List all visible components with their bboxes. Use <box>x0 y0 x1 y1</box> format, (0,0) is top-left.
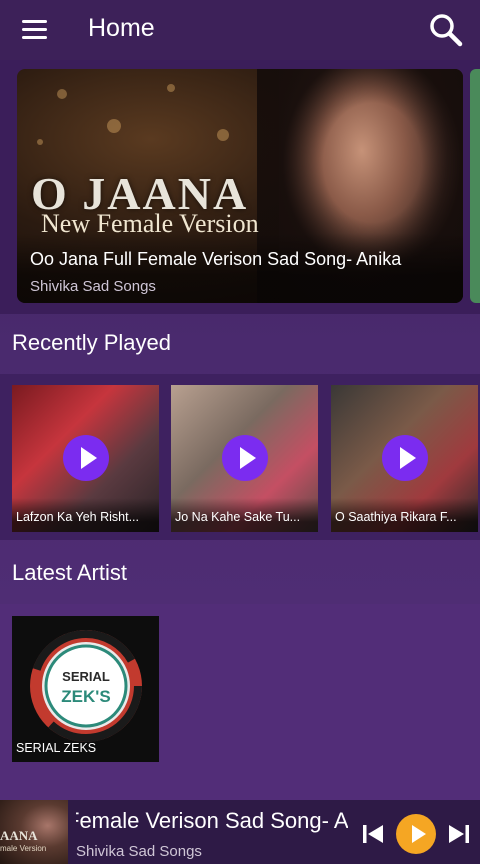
now-playing-title: Female Verison Sad Song- Anika <box>76 808 348 834</box>
section-title-latest-artist: Latest Artist <box>12 560 127 585</box>
now-playing-title-text: Female Verison Sad Song- Anika <box>76 808 348 833</box>
recently-played-card[interactable]: Lafzon Ka Yeh Risht... <box>12 385 159 532</box>
bokeh-light <box>57 89 67 99</box>
artwork-text: AANA <box>0 828 38 843</box>
svg-text:SERIAL: SERIAL <box>62 669 110 684</box>
play-icon[interactable] <box>63 435 109 481</box>
featured-banner[interactable]: O JAANA New Female Version Oo Jana Full … <box>17 69 463 303</box>
card-title: Lafzon Ka Yeh Risht... <box>16 510 140 524</box>
hamburger-menu-icon[interactable] <box>22 20 47 40</box>
skip-previous-icon[interactable] <box>360 821 386 847</box>
search-icon[interactable] <box>428 12 464 48</box>
bokeh-light <box>107 119 121 133</box>
section-title-recently-played: Recently Played <box>12 330 171 355</box>
top-app-bar: Home <box>0 0 480 60</box>
page-title: Home <box>88 14 155 42</box>
bokeh-light <box>217 129 229 141</box>
featured-song-title: Oo Jana Full Female Verison Sad Song- An… <box>30 249 402 269</box>
skip-next-icon[interactable] <box>446 821 472 847</box>
card-title: O Saathiya Rikara F... <box>335 510 457 524</box>
artist-name: SERIAL ZEKS <box>16 741 97 755</box>
recently-played-card[interactable]: Jo Na Kahe Sake Tu... <box>171 385 318 532</box>
featured-song-artist: Shivika Sad Songs <box>30 278 156 295</box>
artist-card[interactable]: SERIAL ZEK'S SERIAL ZEKS <box>12 616 159 762</box>
svg-text:ZEK'S: ZEK'S <box>61 687 110 706</box>
play-icon[interactable] <box>222 435 268 481</box>
artwork-subtext: male Version <box>0 844 47 853</box>
next-banner-peek[interactable] <box>470 69 480 303</box>
bokeh-light <box>167 84 175 92</box>
now-playing-artist: Shivika Sad Songs <box>76 843 202 860</box>
recently-played-card[interactable]: O Saathiya Rikara F... <box>331 385 478 532</box>
play-pause-button[interactable] <box>396 814 436 854</box>
card-title: Jo Na Kahe Sake Tu... <box>175 510 301 524</box>
artist-logo: SERIAL ZEK'S <box>30 630 142 742</box>
play-icon[interactable] <box>382 435 428 481</box>
now-playing-artwork: AANA male Version <box>0 800 68 864</box>
bokeh-light <box>37 139 43 145</box>
